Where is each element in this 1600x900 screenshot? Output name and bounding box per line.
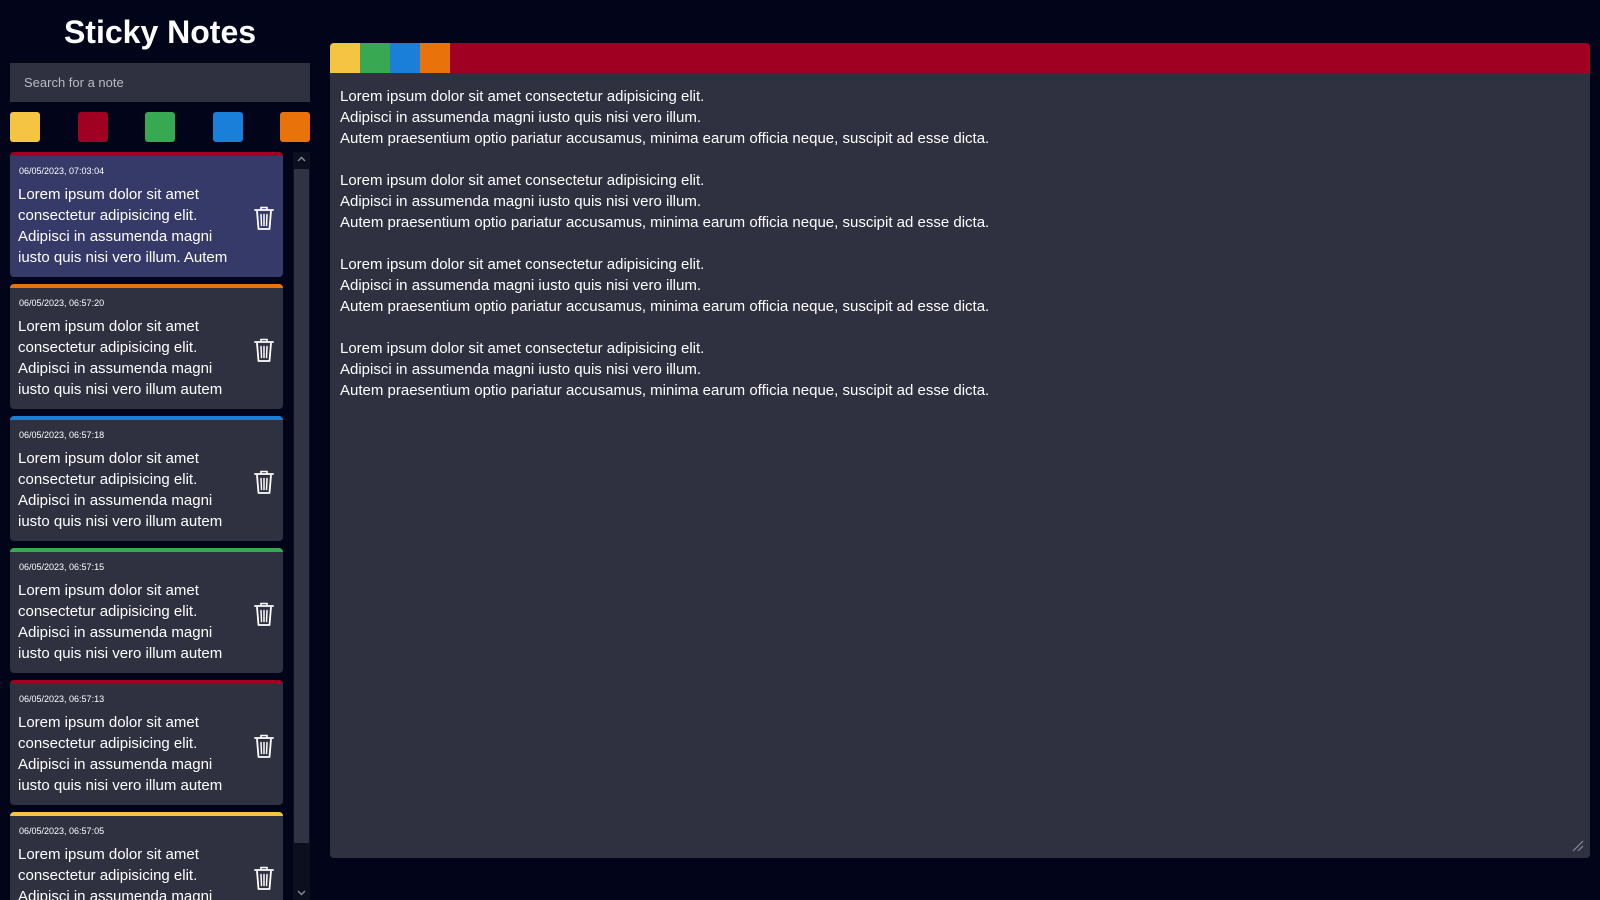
notes-list: 06/05/2023, 07:03:04 Lorem ipsum dolor si… bbox=[10, 152, 283, 900]
trash-icon bbox=[254, 470, 274, 494]
color-filter-yellow[interactable] bbox=[10, 112, 40, 142]
scroll-thumb[interactable] bbox=[294, 169, 309, 843]
note-date: 06/05/2023, 06:57:20 bbox=[19, 298, 105, 308]
editor-color-blue[interactable] bbox=[390, 43, 420, 73]
editor-color-green[interactable] bbox=[360, 43, 390, 73]
trash-icon bbox=[254, 734, 274, 758]
note-card[interactable]: 06/05/2023, 06:57:18 Lorem ipsum dolor si… bbox=[10, 416, 283, 541]
color-filter-green[interactable] bbox=[145, 112, 175, 142]
note-preview: Lorem ipsum dolor sit amet consectetur a… bbox=[18, 318, 223, 398]
notes-scrollbar[interactable] bbox=[293, 152, 310, 900]
delete-note-button[interactable] bbox=[251, 863, 277, 893]
delete-note-button[interactable] bbox=[251, 731, 277, 761]
trash-icon bbox=[254, 602, 274, 626]
note-card[interactable]: 06/05/2023, 06:57:13 Lorem ipsum dolor si… bbox=[10, 680, 283, 805]
scroll-down-button[interactable] bbox=[293, 886, 310, 900]
delete-note-button[interactable] bbox=[251, 203, 277, 233]
editor-color-orange[interactable] bbox=[420, 43, 450, 73]
note-date: 06/05/2023, 07:03:04 bbox=[19, 166, 105, 176]
editor-color-yellow[interactable] bbox=[330, 43, 360, 73]
note-date: 06/05/2023, 06:57:05 bbox=[19, 826, 105, 836]
trash-icon bbox=[254, 866, 274, 890]
note-date: 06/05/2023, 06:57:13 bbox=[19, 694, 105, 704]
note-date: 06/05/2023, 06:57:18 bbox=[19, 430, 105, 440]
note-date: 06/05/2023, 06:57:15 bbox=[19, 562, 105, 572]
trash-icon bbox=[254, 206, 274, 230]
note-preview: Lorem ipsum dolor sit amet consectetur a… bbox=[18, 186, 228, 266]
note-preview: Lorem ipsum dolor sit amet consectetur a… bbox=[18, 582, 223, 662]
search-input[interactable] bbox=[10, 63, 310, 102]
color-filter-red[interactable] bbox=[78, 112, 108, 142]
note-preview: Lorem ipsum dolor sit amet consectetur a… bbox=[18, 846, 213, 900]
color-filter-orange[interactable] bbox=[280, 112, 310, 142]
resize-grip-icon[interactable] bbox=[1570, 838, 1584, 852]
chevron-up-icon bbox=[297, 156, 306, 162]
trash-icon bbox=[254, 338, 274, 362]
color-filter-blue[interactable] bbox=[213, 112, 243, 142]
note-card[interactable]: 06/05/2023, 06:57:20 Lorem ipsum dolor si… bbox=[10, 284, 283, 409]
note-editor bbox=[330, 43, 1590, 858]
note-card[interactable]: 06/05/2023, 06:57:15 Lorem ipsum dolor si… bbox=[10, 548, 283, 673]
note-preview: Lorem ipsum dolor sit amet consectetur a… bbox=[18, 714, 223, 794]
note-preview: Lorem ipsum dolor sit amet consectetur a… bbox=[18, 450, 223, 530]
delete-note-button[interactable] bbox=[251, 335, 277, 365]
note-card[interactable]: 06/05/2023, 07:03:04 Lorem ipsum dolor si… bbox=[10, 152, 283, 277]
editor-color-bar bbox=[330, 43, 1590, 73]
scroll-up-button[interactable] bbox=[293, 152, 310, 166]
note-editor-textarea[interactable] bbox=[330, 73, 1590, 858]
delete-note-button[interactable] bbox=[251, 467, 277, 497]
chevron-down-icon bbox=[297, 890, 306, 896]
color-filter-bar bbox=[10, 112, 310, 142]
sidebar: Sticky Notes 06/05/2023, 07:03:04 Lorem i… bbox=[10, 0, 310, 900]
delete-note-button[interactable] bbox=[251, 599, 277, 629]
app-title: Sticky Notes bbox=[63, 14, 257, 50]
note-card[interactable]: 06/05/2023, 06:57:05 Lorem ipsum dolor si… bbox=[10, 812, 283, 900]
